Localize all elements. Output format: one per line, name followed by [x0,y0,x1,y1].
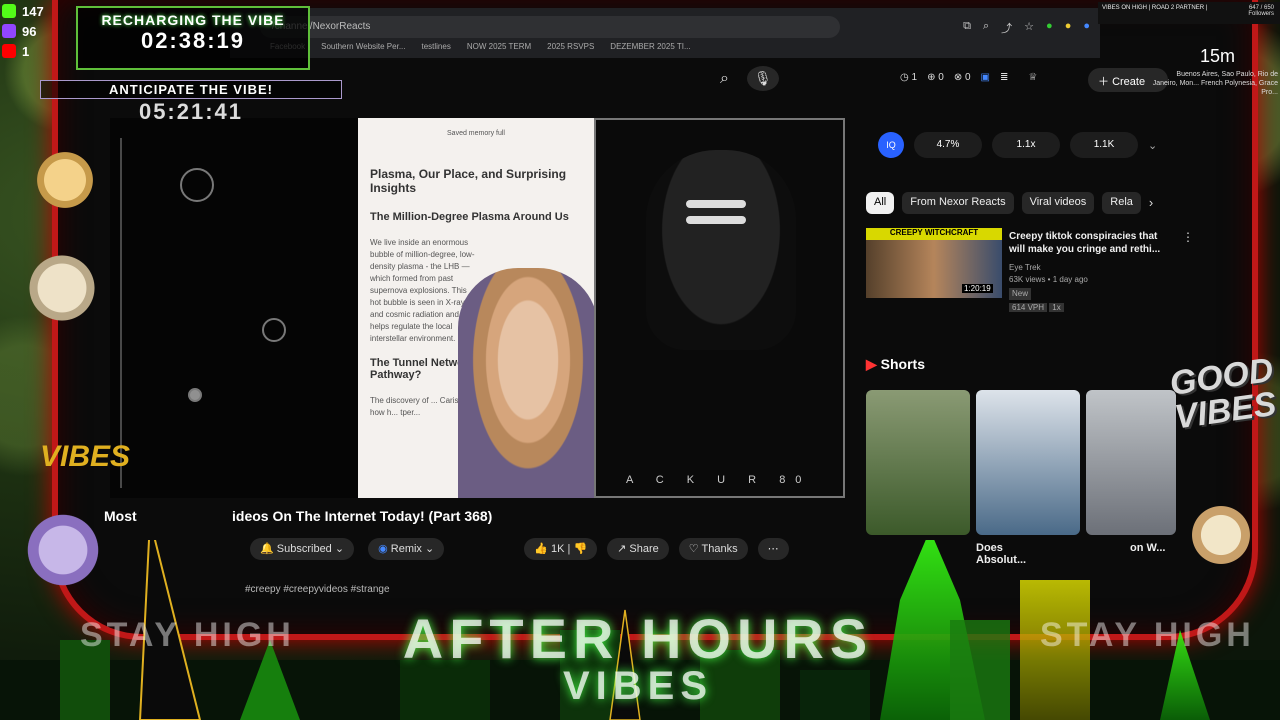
rec-title[interactable]: Creepy tiktok conspiracies that will mak… [1009,230,1174,256]
doc-heading: The Million-Degree Plasma Around Us [370,211,569,223]
stream-title-bar: VIBES ON HIGH | ROAD 2 PARTNER | 647 / 6… [1098,2,1280,24]
chip-related[interactable]: Rela [1102,192,1141,214]
extension-yellow-icon[interactable]: ● [1065,20,1072,36]
after-hours-line1: AFTER HOURS [402,607,874,670]
stay-high-right: STAY HIGH [1040,616,1255,654]
chip-viral[interactable]: Viral videos [1021,192,1095,214]
document-panel: Saved memory full Plasma, Our Place, and… [358,118,594,498]
good-vibes-sticker: GOOD VIBES [1167,350,1279,437]
video-title-prefix: Most [104,508,137,524]
bookmark-item[interactable]: DEZEMBER 2025 TI... [610,42,690,51]
after-hours-line2: VIBES [562,664,714,708]
kebab-menu-icon[interactable]: ⋮ [1182,230,1194,244]
award-icon[interactable]: ♕ [1028,72,1037,83]
metrics-bar: IQ 4.7% 1.1x 1.1K ⌄ [878,132,1157,158]
rec-duration: 1:20:19 [962,284,993,293]
twitch-icon [2,24,16,38]
viewer-counters: 147 96 1 [2,2,44,62]
search-icon[interactable]: ⌕ [720,70,729,88]
microphone-icon[interactable]: 🎙 [746,66,779,91]
kick-counter: 147 [2,2,44,22]
hud-dot [188,388,202,402]
bookmark-item[interactable]: testlines [421,42,450,51]
rec-channel: Eye Trek [1009,263,1041,272]
rec-badge: New [1009,288,1032,300]
recommended-video[interactable]: CREEPY WITCHCRAFT 1:20:19 Creepy tiktok … [866,228,1194,320]
recharging-title: RECHARGING THE VIBE [101,12,285,28]
metric-multiplier: 1.1x [992,132,1060,158]
stat-1: ◷ 1 [900,72,918,83]
doc-title: Plasma, Our Place, and Surprising Insigh… [370,167,567,195]
filter-chips: All From Nexor Reacts Viral videos Rela … [866,192,1153,214]
elapsed-time: 15m [1200,46,1236,66]
location-list: Buenos Aires, Sao Paulo, Rio de Janeiro,… [1152,71,1278,96]
twitch-counter: 96 [2,22,44,42]
chip-from-channel[interactable]: From Nexor Reacts [902,192,1014,214]
anticipate-time: 05:21:41 [138,99,244,124]
bookmark-item[interactable]: NOW 2025 TERM [467,42,531,51]
short-3[interactable] [1086,390,1176,535]
star-icon[interactable]: ☆ [1024,20,1034,36]
after-hours-banner: AFTER HOURS VIBES [258,607,1018,708]
stat-3: ⊗ 0 [953,72,971,83]
hud-ring [180,168,214,202]
extension-blue-icon[interactable]: ● [1083,20,1090,36]
rec-thumb-label: CREEPY WITCHCRAFT [866,228,1002,240]
bookmark-item[interactable]: Southern Website Per... [321,42,405,51]
studio-icon[interactable]: ▣ [981,72,990,83]
stat-2: ⊕ 0 [927,72,944,83]
metric-engagement: 4.7% [914,132,982,158]
hud-panel [120,138,350,488]
extension-green-icon[interactable]: ● [1046,20,1053,36]
vibes-sticker: VIBES [40,440,131,473]
kick-icon [2,4,16,18]
followers-goal: 647 / 650 Followers [1248,5,1274,17]
chevron-right-icon[interactable]: › [1149,192,1153,214]
shorts-heading: ▶ Shorts [866,356,926,372]
masked-figure-panel: A C K U R 80 [594,118,845,498]
anticipate-title: ANTICIPATE THE VIBE! [40,80,342,99]
rec-views: 63K views • 1 day ago [1009,275,1088,284]
yt-header: ⌕ 🎙 [720,66,779,91]
masked-head [646,150,796,350]
yt-stats: ◷ 1 ⊕ 0 ⊗ 0 ▣ ≣ ♕ [900,72,1037,83]
extension-icons: ⧉ ⌕ ⤴ ☆ ● ● ● [963,20,1090,36]
short-1[interactable] [866,390,970,535]
chevron-down-icon[interactable]: ⌄ [1148,139,1157,152]
youtube-icon [2,44,16,58]
vidiq-icon[interactable]: IQ [878,132,904,158]
chip-all[interactable]: All [866,192,895,214]
bookmarks-bar: FacebookSouthern Website Per...testlines… [270,42,691,51]
mask-caption: A C K U R 80 [626,474,812,486]
search-icon[interactable]: ⌕ [983,20,989,36]
video-player[interactable]: Saved memory full Plasma, Our Place, and… [110,118,845,498]
hud-ring-small [262,318,286,342]
doc-saved-label: Saved memory full [447,130,505,137]
mask-stripe [686,216,746,224]
shorts-icon: ▶ [866,356,877,372]
glasses-cat-sticker [24,250,100,326]
recharging-timer: RECHARGING THE VIBE 02:38:19 [76,6,310,70]
sleeping-cat-sticker [30,150,100,210]
metric-count: 1.1K [1070,132,1138,158]
list-icon[interactable]: ≣ [1000,72,1008,83]
short-2[interactable] [976,390,1080,535]
rec-meta: Eye Trek 63K views • 1 day ago New 614 V… [1009,262,1088,314]
cast-icon[interactable]: ⧉ [963,20,971,36]
youtube-counter: 1 [2,42,44,62]
mask-stripe [686,200,746,208]
rec-vph: 614 VPH 1x [1009,302,1088,314]
anticipate-timer: ANTICIPATE THE VIBE! 05:21:41 [40,80,342,130]
presenter-face [458,268,594,498]
address-bar[interactable]: /channel/NexorReacts [260,16,840,38]
bookmark-item[interactable]: 2025 RSVPS [547,42,594,51]
share-icon[interactable]: ⤴ [1001,20,1012,36]
video-title: ideos On The Internet Today! (Part 368) [232,508,493,524]
recharging-time: 02:38:19 [140,28,246,53]
stream-overlay: /channel/NexorReacts ⧉ ⌕ ⤴ ☆ ● ● ● Faceb… [0,0,1280,720]
browser-toolbar: /channel/NexorReacts ⧉ ⌕ ⤴ ☆ ● ● ● Faceb… [230,8,1100,58]
